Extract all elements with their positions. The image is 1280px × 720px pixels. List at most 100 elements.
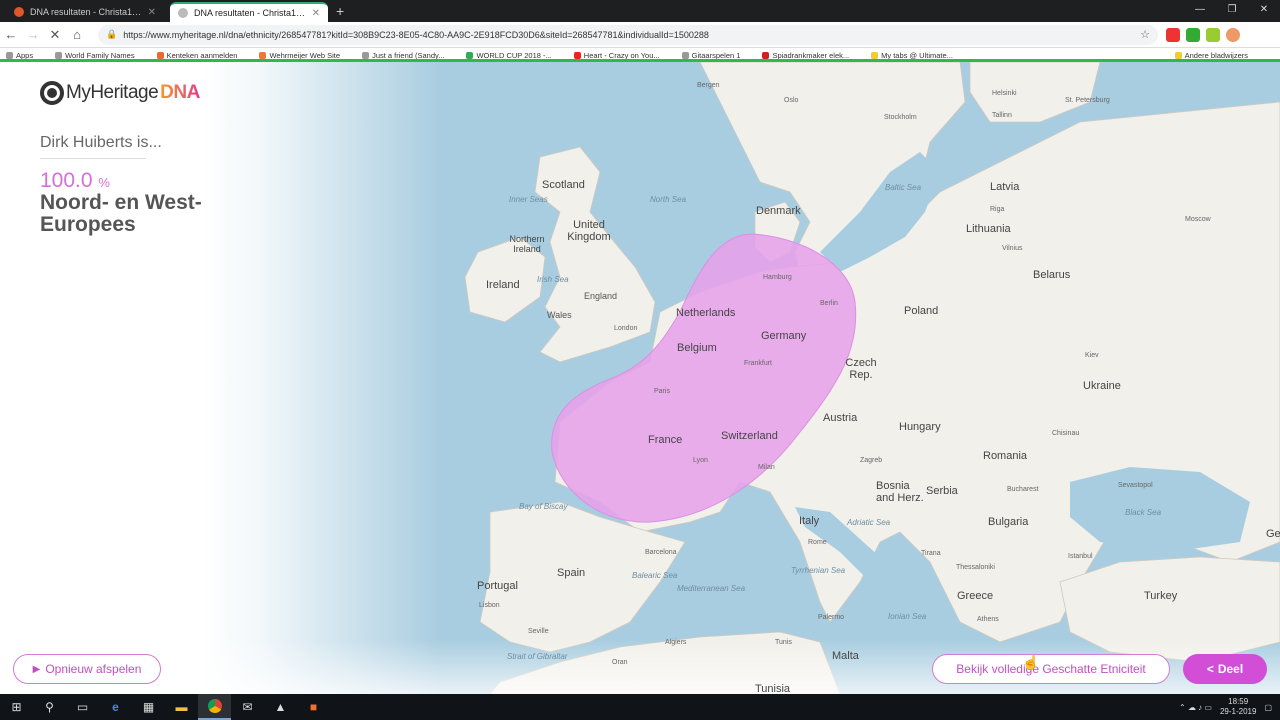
- windows-start-icon[interactable]: ⊞: [0, 694, 33, 720]
- map-label: Bergen: [697, 82, 720, 89]
- bookmark-star-icon[interactable]: ☆: [1140, 28, 1150, 41]
- myheritage-favicon-icon: [14, 7, 24, 17]
- map-label: Switzerland: [721, 430, 778, 442]
- map-label: Inner Seas: [509, 195, 548, 204]
- map-label: London: [614, 325, 638, 332]
- clock[interactable]: 18:59 29-1-2019: [1220, 697, 1256, 717]
- browser-tab[interactable]: DNA resultaten - Christa1980 ge✕: [6, 2, 164, 22]
- map-label: Lyon: [693, 457, 708, 464]
- map-label: Belgium: [677, 342, 717, 354]
- close-window-icon[interactable]: ✕: [1248, 0, 1280, 22]
- map-label: Balearic Sea: [632, 571, 678, 580]
- notifications-icon[interactable]: ▢: [1264, 703, 1272, 712]
- map-label: Ge: [1266, 528, 1280, 540]
- map-label: Serbia: [926, 485, 958, 497]
- close-tab-icon[interactable]: ✕: [148, 7, 156, 18]
- badge-icon: [156, 51, 164, 59]
- map-label: Malta: [832, 650, 859, 662]
- map-label: Netherlands: [676, 307, 736, 319]
- lock-icon: 🔒: [106, 29, 118, 39]
- map-label: Barcelona: [645, 549, 677, 556]
- chrome-icon[interactable]: [198, 694, 231, 720]
- map-label: Belarus: [1033, 269, 1071, 281]
- map-label: Romania: [983, 450, 1028, 462]
- back-icon[interactable]: ←: [0, 27, 22, 42]
- map-label: Baltic Sea: [885, 183, 922, 192]
- map-label: Paris: [654, 388, 670, 395]
- map-label: Bay of Biscay: [519, 502, 568, 511]
- map-label: France: [648, 434, 683, 446]
- share-button[interactable]: < Deel: [1183, 654, 1267, 684]
- share-icon: <: [1206, 662, 1214, 676]
- map-label: Palermo: [818, 614, 845, 621]
- reload-icon[interactable]: ✕: [44, 27, 66, 43]
- map-label: Istanbul: [1068, 553, 1093, 560]
- loading-icon: [178, 8, 188, 18]
- forward-icon[interactable]: →: [22, 27, 44, 42]
- extension-icon[interactable]: [1186, 27, 1200, 42]
- mail-icon[interactable]: ✉: [231, 694, 264, 720]
- home-icon[interactable]: ⌂: [66, 27, 88, 42]
- map-label: Adriatic Sea: [847, 518, 891, 527]
- map-label: Stockholm: [884, 114, 917, 121]
- photos-icon[interactable]: ▲: [264, 694, 297, 720]
- map-label: Moscow: [1185, 216, 1211, 223]
- task-view-icon[interactable]: ▭: [66, 694, 99, 720]
- map-label: Sevastopol: [1118, 482, 1153, 489]
- close-tab-icon[interactable]: ✕: [312, 8, 320, 19]
- map-label: Spain: [557, 567, 586, 579]
- extensions: [1166, 27, 1240, 42]
- ethnicity-percentage: 100.0 %: [40, 169, 110, 192]
- page-icon: [681, 51, 689, 59]
- view-full-ethnicity-button[interactable]: Bekijk volledige Geschatte Etniciteit: [932, 654, 1170, 684]
- map-label: Germany: [761, 330, 807, 342]
- map-label: Thessaloniki: [956, 564, 995, 571]
- map-label: Algiers: [665, 639, 687, 646]
- system-tray: ⌃ ☁ ♪ ▭ 18:59 29-1-2019 ▢: [1179, 694, 1280, 720]
- map-label: Bucharest: [1007, 486, 1039, 493]
- divider: [40, 158, 146, 159]
- tab-bar: DNA resultaten - Christa1980 ge✕ DNA res…: [0, 0, 1280, 22]
- minimize-icon[interactable]: —: [1184, 0, 1216, 22]
- url-field[interactable]: 🔒 https://www.myheritage.nl/dna/ethnicit…: [98, 24, 1158, 45]
- mouse-cursor-icon: ☝: [1022, 654, 1040, 670]
- tray-icons[interactable]: ⌃ ☁ ♪ ▭: [1179, 703, 1212, 712]
- avatar[interactable]: [1226, 27, 1240, 42]
- map-label: Tyrrhenian Sea: [791, 566, 846, 575]
- replay-button[interactable]: ▶ Opnieuw afspelen: [13, 654, 161, 684]
- map-label: Kiev: [1085, 352, 1099, 359]
- map-label: Zagreb: [860, 457, 883, 464]
- app-icon[interactable]: ■: [297, 694, 330, 720]
- browser-tab-active[interactable]: DNA resultaten - Christa1980 ge✕: [170, 2, 328, 22]
- myheritage-logo[interactable]: MyHeritage DNA: [40, 81, 200, 105]
- map-label: Frankfurt: [744, 360, 773, 367]
- music-icon: [362, 51, 370, 59]
- map-label: Tunis: [775, 639, 792, 646]
- map-label: Wales: [547, 310, 572, 320]
- maximize-icon[interactable]: ❐: [1216, 0, 1248, 22]
- new-tab-button[interactable]: +: [328, 2, 352, 22]
- extension-icon[interactable]: [1206, 27, 1220, 42]
- window-controls: — ❐ ✕: [1184, 0, 1280, 22]
- edge-icon[interactable]: e: [99, 694, 132, 720]
- store-icon[interactable]: ▦: [132, 694, 165, 720]
- map-label: Seville: [528, 628, 549, 635]
- map-label: Bulgaria: [988, 516, 1029, 528]
- map-label: Austria: [823, 412, 858, 424]
- pinterest-icon[interactable]: [1166, 27, 1180, 42]
- map-label: Denmark: [756, 205, 801, 217]
- map-label: Athens: [977, 616, 999, 623]
- youtube-icon: [573, 51, 581, 59]
- ethnicity-page: Bergen Oslo Stockholm Helsinki St. Peter…: [0, 62, 1280, 694]
- map-label: Lithuania: [966, 223, 1011, 235]
- map-label: Portugal: [477, 580, 518, 592]
- page-icon: [55, 51, 63, 59]
- person-name-line: Dirk Huiberts is...: [40, 134, 162, 151]
- file-explorer-icon[interactable]: ▬: [165, 694, 198, 720]
- search-icon[interactable]: ⚲: [33, 694, 66, 720]
- myheritage-logo-icon: [40, 81, 64, 105]
- site-icon: [259, 51, 267, 59]
- map-label: Chisinau: [1052, 430, 1080, 437]
- map-label: Rome: [808, 539, 827, 546]
- folder-icon: [1174, 51, 1182, 59]
